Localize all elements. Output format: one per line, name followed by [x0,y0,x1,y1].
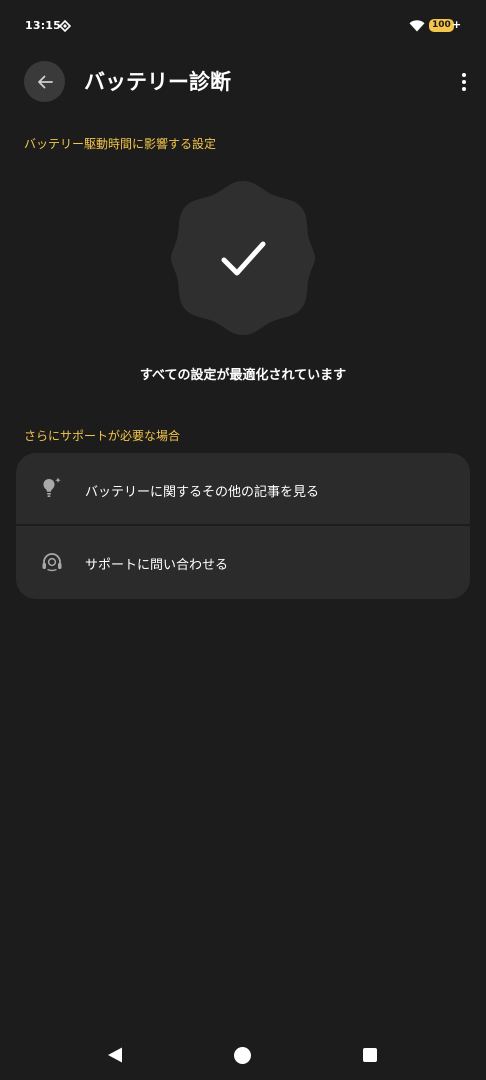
section-header-support: さらにサポートが必要な場合 [24,429,181,443]
more-vert-icon [462,73,466,77]
more-options-button[interactable] [452,70,476,94]
headset-icon [42,553,62,572]
status-time: 13:15 [25,19,62,32]
lightbulb-icon [43,477,61,497]
optimization-status-message: すべての設定が最適化されています [139,368,347,383]
battery-charging-indicator: + [452,18,462,31]
navigation-bar [0,1030,486,1080]
status-bar: 13:15 100 + [0,0,486,52]
notification-icon [59,20,71,32]
support-item-label: サポートに問い合わせる [85,558,229,573]
nav-back-icon[interactable] [106,1046,124,1064]
arrow-left-icon [37,75,53,88]
support-item-contact[interactable]: サポートに問い合わせる [16,526,470,599]
page-title: バッテリー診断 [84,70,231,94]
support-item-label: バッテリーに関するその他の記事を見る [85,485,320,500]
support-card: バッテリーに関するその他の記事を見る サポートに問い合わせる [16,453,470,599]
nav-home-icon[interactable] [234,1047,251,1064]
wifi-icon [409,20,425,32]
back-button[interactable] [24,61,65,102]
section-header-settings: バッテリー駆動時間に影響する設定 [24,137,217,151]
battery-level-badge: 100 [429,19,454,32]
check-badge-icon [171,181,315,335]
nav-recents-icon[interactable] [363,1048,377,1062]
support-item-articles[interactable]: バッテリーに関するその他の記事を見る [16,453,470,524]
